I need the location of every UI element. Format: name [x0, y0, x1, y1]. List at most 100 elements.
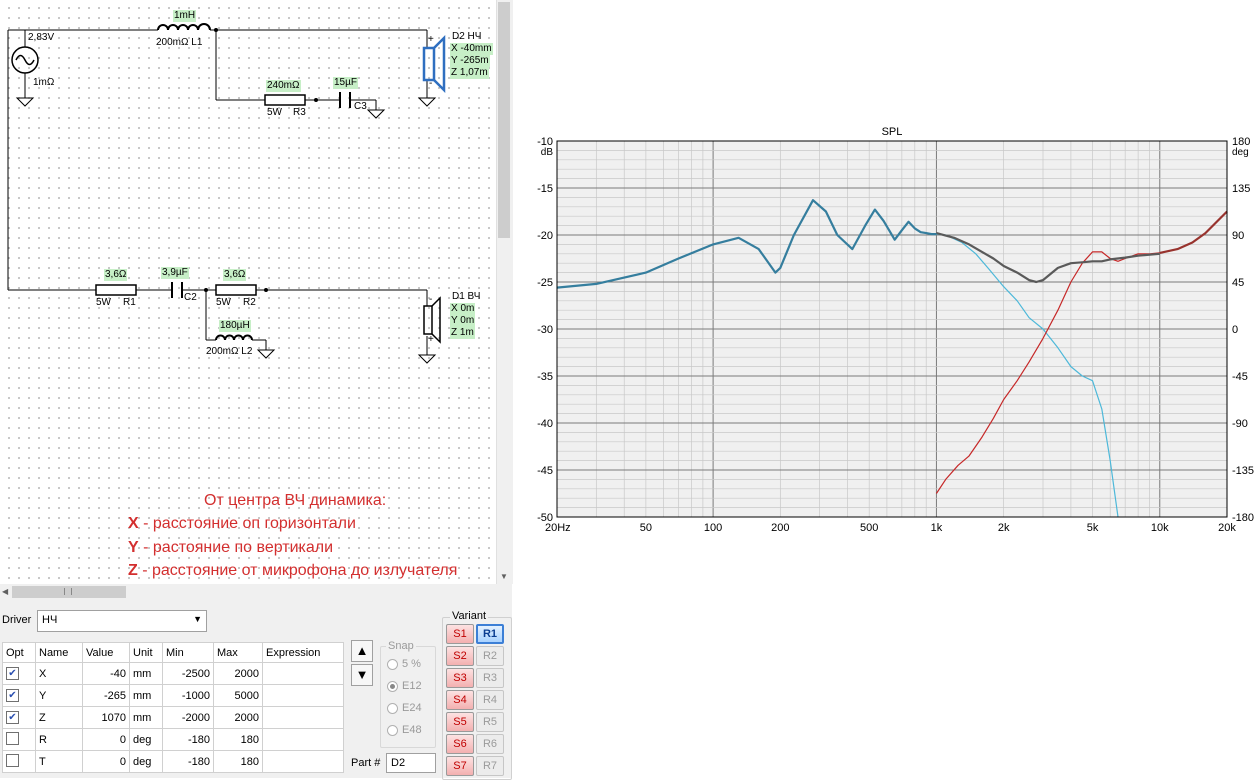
expression-cell[interactable] [262, 684, 344, 707]
max-cell[interactable]: 180 [213, 750, 263, 773]
value-cell[interactable]: -265 [82, 684, 130, 707]
r1-value[interactable]: 3,6Ω [104, 269, 128, 281]
value-cell[interactable]: 0 [82, 750, 130, 773]
move-down-button[interactable]: ▼ [351, 664, 373, 686]
expression-cell[interactable] [262, 662, 344, 685]
variant-s-button[interactable]: S4 [446, 690, 474, 710]
col-name[interactable]: Name [35, 642, 83, 663]
x-tick-label: 50 [640, 522, 652, 534]
table-row[interactable]: ✔ X -40 mm -2500 2000 [2, 662, 344, 685]
variant-r-button[interactable]: R7 [476, 756, 504, 776]
table-row[interactable]: ✔ Z 1070 mm -2000 2000 [2, 706, 344, 729]
max-cell[interactable]: 5000 [213, 684, 263, 707]
l2-value[interactable]: 180µH [219, 320, 251, 332]
scroll-down-arrow-icon[interactable]: ▼ [500, 572, 508, 581]
y2-tick-label: 0 [1232, 324, 1238, 336]
opt-cell[interactable] [2, 750, 36, 773]
table-header-row: Opt Name Value Unit Min Max Expression [2, 642, 344, 663]
move-up-button[interactable]: ▲ [351, 640, 373, 662]
variant-r-button[interactable]: R4 [476, 690, 504, 710]
snap-option[interactable]: E48 [387, 724, 422, 736]
variant-s-button[interactable]: S3 [446, 668, 474, 688]
table-row[interactable]: R 0 deg -180 180 [2, 728, 344, 751]
table-row[interactable]: T 0 deg -180 180 [2, 750, 344, 773]
l1-value[interactable]: 1mH [173, 10, 197, 22]
variant-s-button[interactable]: S7 [446, 756, 474, 776]
col-min[interactable]: Min [162, 642, 214, 663]
opt-cell[interactable]: ✔ [2, 662, 36, 685]
name-cell: R [35, 728, 83, 751]
col-value[interactable]: Value [82, 642, 130, 663]
col-max[interactable]: Max [213, 642, 263, 663]
r2-value[interactable]: 3,6Ω [223, 269, 247, 281]
d1-y[interactable]: Y 0m [450, 315, 476, 327]
expression-cell[interactable] [262, 728, 344, 751]
expression-cell[interactable] [262, 750, 344, 773]
expression-cell[interactable] [262, 706, 344, 729]
scroll-left-arrow-icon[interactable]: ◀ [2, 587, 8, 596]
radio-icon[interactable] [387, 702, 398, 714]
d1-x[interactable]: X 0m [450, 303, 476, 315]
opt-cell[interactable]: ✔ [2, 706, 36, 729]
max-cell[interactable]: 180 [213, 728, 263, 751]
part-input[interactable]: D2 [386, 753, 436, 773]
note-line-z: Z - расстояние от микрофона до излучател… [128, 562, 458, 579]
min-cell[interactable]: -1000 [162, 684, 214, 707]
max-cell[interactable]: 2000 [213, 662, 263, 685]
x-tick-label: 500 [860, 522, 878, 534]
driver-select[interactable]: НЧ ▼ [37, 610, 207, 632]
y2-tick-label: 90 [1232, 230, 1244, 242]
snap-option[interactable]: E24 [387, 702, 422, 714]
d2-x[interactable]: X -40mm [450, 43, 493, 55]
x-tick-label: 20k [1218, 522, 1236, 534]
variant-r-button[interactable]: R3 [476, 668, 504, 688]
vertical-scroll-thumb[interactable] [498, 2, 510, 238]
d2-z[interactable]: Z 1,07m [450, 67, 489, 79]
variant-s-button[interactable]: S2 [446, 646, 474, 666]
x-tick-label: 2k [998, 522, 1010, 534]
schematic-canvas[interactable]: + - - + 2,83V 1mΩ 1mH 200mΩ L1 240mΩ 5W R3… [0, 0, 496, 584]
variant-r-button[interactable]: R6 [476, 734, 504, 754]
min-cell[interactable]: -180 [162, 750, 214, 773]
value-cell[interactable]: 1070 [82, 706, 130, 729]
c2-value[interactable]: 3,9µF [161, 267, 189, 279]
min-cell[interactable]: -2000 [162, 706, 214, 729]
col-opt[interactable]: Opt [2, 642, 36, 663]
opt-checkbox[interactable]: ✔ [6, 689, 19, 702]
table-row[interactable]: ✔ Y -265 mm -1000 5000 [2, 684, 344, 707]
d1-z[interactable]: Z 1m [450, 327, 475, 339]
c3-value[interactable]: 15µF [333, 77, 358, 89]
radio-icon[interactable] [387, 724, 398, 736]
value-cell[interactable]: -40 [82, 662, 130, 685]
variant-r-button[interactable]: R5 [476, 712, 504, 732]
variant-s-button[interactable]: S5 [446, 712, 474, 732]
r3-value[interactable]: 240mΩ [266, 80, 301, 92]
x-tick-label: 200 [771, 522, 789, 534]
opt-cell[interactable] [2, 728, 36, 751]
variant-s-button[interactable]: S1 [446, 624, 474, 644]
name-cell: Y [35, 684, 83, 707]
variant-r-button[interactable]: R2 [476, 646, 504, 666]
opt-checkbox[interactable] [6, 753, 19, 767]
chevron-down-icon: ▼ [193, 614, 202, 624]
driver-params-table: Opt Name Value Unit Min Max Expression ✔… [2, 642, 344, 773]
radio-icon[interactable] [387, 658, 398, 670]
y2-tick-label: 45 [1232, 277, 1244, 289]
d2-y[interactable]: Y -265m [450, 55, 490, 67]
snap-option[interactable]: E12 [387, 680, 422, 692]
radio-icon[interactable] [387, 680, 398, 692]
opt-checkbox[interactable]: ✔ [6, 667, 19, 680]
max-cell[interactable]: 2000 [213, 706, 263, 729]
min-cell[interactable]: -180 [162, 728, 214, 751]
min-cell[interactable]: -2500 [162, 662, 214, 685]
snap-option[interactable]: 5 % [387, 658, 421, 670]
opt-checkbox[interactable] [6, 731, 19, 745]
note-title: От центра ВЧ динамика: [204, 492, 387, 509]
opt-checkbox[interactable]: ✔ [6, 711, 19, 724]
variant-r-button[interactable]: R1 [476, 624, 504, 644]
opt-cell[interactable]: ✔ [2, 684, 36, 707]
col-expression[interactable]: Expression [262, 642, 344, 663]
value-cell[interactable]: 0 [82, 728, 130, 751]
col-unit[interactable]: Unit [129, 642, 163, 663]
variant-s-button[interactable]: S6 [446, 734, 474, 754]
